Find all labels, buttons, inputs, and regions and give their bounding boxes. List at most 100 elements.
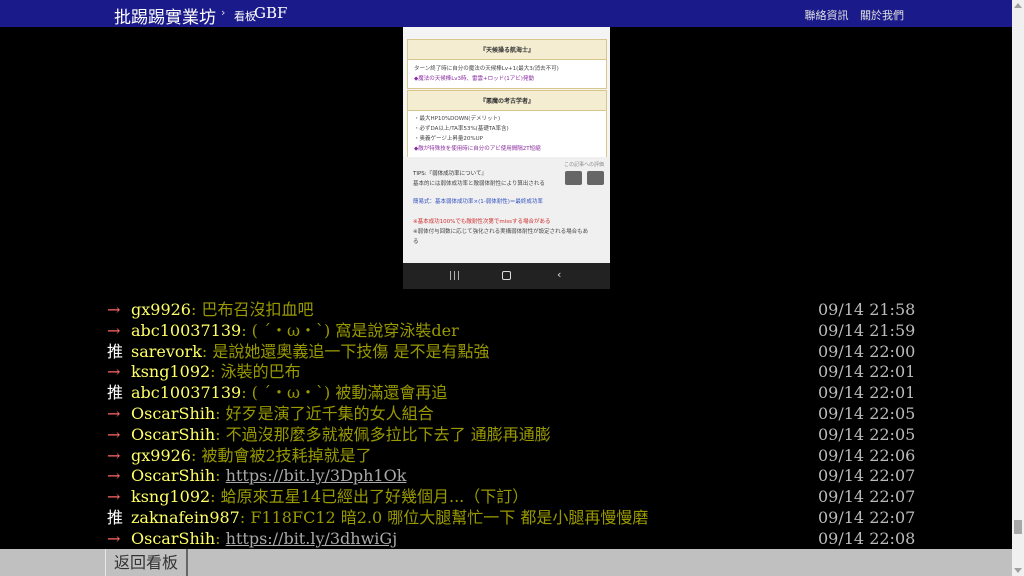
push-row: → abc10037139: ( ´・ω・`) 窩是說穿泳裝der 09/14 21… [0,320,1012,341]
push-content: : F118FC12 暗2.0 哪位大腿幫忙一下 都是小腿再慢慢磨 [239,507,649,527]
push-body: sarevork: 是說她還奧義追一下技傷 是不是有點強 [131,341,489,362]
push-link-wrap: https://bit.ly/3dhwiGj [226,529,398,548]
push-link[interactable]: https://bit.ly/3Dph1Ok [226,466,407,485]
info-line: ・最大HP10%DOWN(デメリット) [414,116,501,122]
embedded-screenshot-image: 『天候操る航海士』 ターン終了時に自分の魔法の天候棒Lv+1(最大3/消去不可)… [403,27,610,289]
push-body: abc10037139: ( ´・ω・`) 被動滿還會再追 [131,382,447,403]
scroll-down-icon[interactable] [1014,568,1022,573]
push-tag: → [107,445,121,465]
push-userid: OscarShih [131,466,216,486]
push-userid: abc10037139 [131,383,242,403]
push-row: → OscarShih: 好歹是演了近千集的女人組合 09/14 22:05 [0,403,1012,424]
info-line: ・奥義ゲージ上昇量20%UP [414,136,483,142]
push-content: : [215,466,226,486]
push-time: 09/14 22:07 [818,507,916,527]
scrollbar[interactable] [1012,0,1024,576]
push-link[interactable]: https://bit.ly/3dhwiGj [226,529,398,548]
push-link-wrap: https://bit.ly/3Dph1Ok [226,466,407,485]
push-row: 推 zaknafein987: F118FC12 暗2.0 哪位大腿幫忙一下 都是… [0,507,1012,528]
push-row: → OscarShih: https://bit.ly/3dhwiGj 09/14 … [0,528,1012,549]
push-list: → gx9926: 巴布召沒扣血吧 09/14 21:58 → abc10037139:… [0,299,1012,549]
push-body: gx9926: 被動會被2技耗掉就是了 [131,445,372,466]
push-time: 09/14 22:06 [818,445,916,465]
back-icon: ‹ [557,268,562,281]
info-box-title: 『悪魔の考古学者』 [408,91,606,111]
push-body: zaknafein987: F118FC12 暗2.0 哪位大腿幫忙一下 都是小… [131,507,648,528]
board-link[interactable]: GBF [254,4,287,22]
push-content: : ( ´・ω・`) 窩是說穿泳裝der [241,320,459,340]
contact-link[interactable]: 聯絡資訊 [805,9,849,22]
push-userid: ksng1092 [131,362,211,382]
back-to-board-button[interactable]: 返回看板 [105,549,188,576]
push-body: OscarShih: 好歹是演了近千集的女人組合 [131,403,434,424]
push-tag: 推 [107,507,124,527]
scrollbar-thumb[interactable] [1014,520,1022,534]
push-userid: OscarShih [131,424,216,444]
push-row: 推 abc10037139: ( ´・ω・`) 被動滿還會再追 09/14 22:0… [0,382,1012,403]
push-body: ksng1092: 泳裝的巴布 [131,361,301,382]
push-userid: ksng1092 [131,487,211,507]
push-body: OscarShih: https://bit.ly/3Dph1Ok [131,465,406,486]
about-link[interactable]: 關於我們 [860,9,904,22]
recent-apps-icon: ||| [449,271,462,281]
push-userid: abc10037139 [131,320,242,340]
push-row: → gx9926: 巴布召沒扣血吧 09/14 21:58 [0,299,1012,320]
push-tag: 推 [107,341,124,361]
tips-formula: 簡易式：基本弱体成功率×(1-弱体耐性)＝最終成功率 [413,199,543,205]
push-time: 09/14 22:07 [818,466,916,486]
push-row: → OscarShih: 不過沒那麼多就被佩多拉比下去了 通膨再通膨 09/14 2… [0,424,1012,445]
push-tag: → [107,487,121,507]
push-tag: → [107,424,121,444]
push-tag: → [107,320,121,340]
push-content: : 被動會被2技耗掉就是了 [190,445,372,465]
push-time: 09/14 22:01 [818,362,916,382]
tips-note: る [413,239,419,245]
tips-note: ※基本成功100%でも敵耐性次第でmissする場合がある [413,219,551,225]
push-time: 09/14 22:01 [818,383,916,403]
push-tag: → [107,466,121,486]
tips-note: ※弱体付与回数に応じて強化される実構弱体耐性が設定される場合もあ [413,229,589,235]
push-content: : 巴布召沒扣血吧 [190,300,314,319]
push-time: 09/14 22:07 [818,487,916,507]
info-line: ◆敵が特殊技を使用時に自分のアビ使用間隔2T短縮 [414,146,541,152]
info-line: ◆魔法の天候棒Lv3時、雷雲+ロッド(1アビ)発動 [414,76,534,82]
push-body: abc10037139: ( ´・ω・`) 窩是說穿泳裝der [131,320,459,341]
push-time: 09/14 21:58 [818,300,916,319]
push-content: : 是說她還奧義追一下技傷 是不是有點強 [201,341,490,361]
push-body: gx9926: 巴布召沒扣血吧 [131,299,313,320]
push-userid: gx9926 [131,300,191,319]
push-userid: OscarShih [131,403,216,423]
push-time: 09/14 21:59 [818,320,916,340]
push-userid: OscarShih [131,528,216,548]
push-time: 09/14 22:08 [818,528,916,548]
push-tag: → [107,362,121,382]
push-userid: gx9926 [131,445,191,465]
push-userid: zaknafein987 [131,507,240,527]
push-body: ksng1092: 蛤原來五星14已經出了好幾個月...（下訂） [131,486,528,507]
info-box-archaeologist: 『悪魔の考古学者』 ・最大HP10%DOWN(デメリット) ・必ずDA以上/TA… [407,90,607,158]
home-icon [502,271,511,280]
scroll-up-icon[interactable] [1014,3,1022,8]
info-line: ・必ずDA以上/TA率53%(基礎TA率含) [414,126,509,132]
push-content: : [215,528,226,548]
bottom-bar: 返回看板 [0,549,1012,576]
push-row: → ksng1092: 蛤原來五星14已經出了好幾個月...（下訂） 09/14 2… [0,486,1012,507]
tips-title: TIPS:『弱体成功率について』 [413,171,487,177]
tips-section: この記事への評価 TIPS:『弱体成功率について』 基本的には弱体成功率と敵弱体… [403,157,610,263]
push-content: : 泳裝的巴布 [210,362,301,382]
site-logo-link[interactable]: 批踢踢實業坊 [114,3,216,28]
push-body: OscarShih: 不過沒那麼多就被佩多拉比下去了 通膨再通膨 [131,424,551,445]
push-body: OscarShih: https://bit.ly/3dhwiGj [131,528,397,549]
thumbs-up-icon [565,171,582,185]
tips-line: 基本的には弱体成功率と敵弱体耐性により算出される [413,181,545,187]
push-tag: → [107,528,121,548]
evaluation-label: この記事への評価 [563,162,604,168]
push-time: 09/14 22:05 [818,424,916,444]
push-tag: → [107,300,121,319]
nav-links: 聯絡資訊 關於我們 [797,7,905,23]
push-row: → gx9926: 被動會被2技耗掉就是了 09/14 22:06 [0,445,1012,466]
info-line: ターン終了時に自分の魔法の天候棒Lv+1(最大3/消去不可) [414,66,559,72]
push-row: 推 sarevork: 是說她還奧義追一下技傷 是不是有點強 09/14 22:00 [0,341,1012,362]
top-bar: 批踢踢實業坊 › 看板 GBF 聯絡資訊 關於我們 [0,0,1012,28]
push-row: → OscarShih: https://bit.ly/3Dph1Ok 09/14 … [0,465,1012,486]
